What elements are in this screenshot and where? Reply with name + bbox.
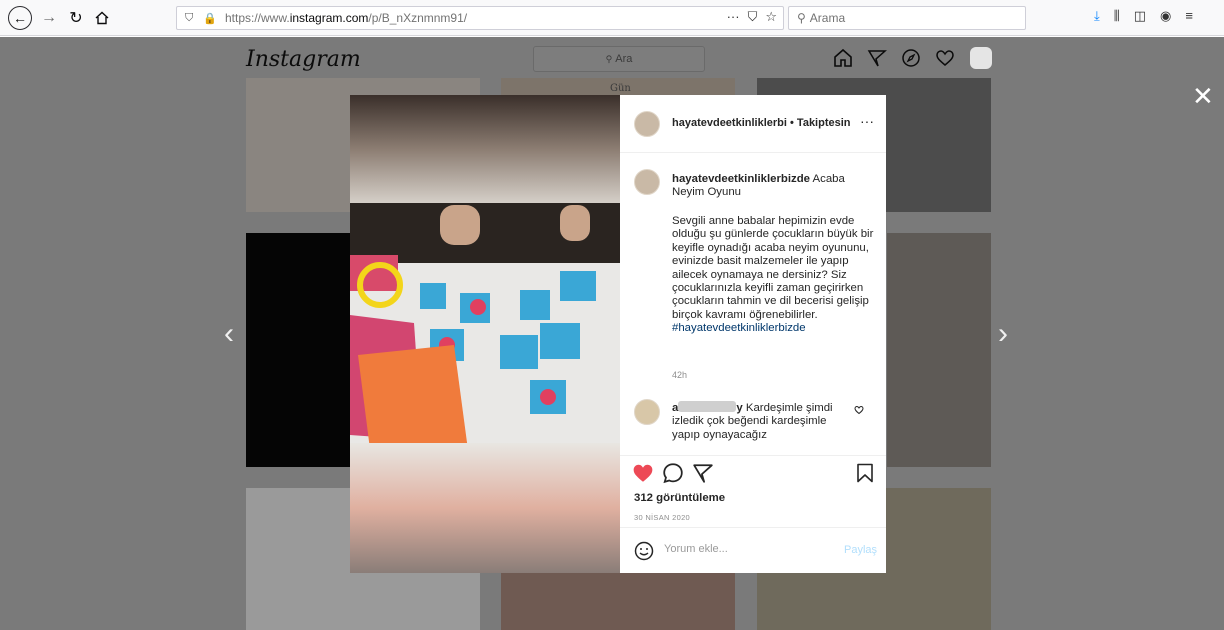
comment-icon[interactable] (662, 462, 684, 489)
post-header: hayatevdeetkinliklerbi • Takiptesin ··· (620, 95, 886, 153)
back-button[interactable]: ← (8, 6, 32, 30)
search-icon: ⚲ (797, 11, 806, 25)
post-actions: 312 görüntüleme 30 NİSAN 2020 (620, 455, 886, 525)
more-options-button[interactable]: ··· (860, 113, 874, 129)
reload-button[interactable]: ↻ (66, 6, 86, 30)
reload-icon: ↻ (69, 10, 83, 27)
commenter-avatar[interactable] (634, 399, 660, 425)
account-icon[interactable]: ◉ (1160, 8, 1171, 24)
grid-post[interactable] (887, 233, 991, 467)
url-text: https://www.instagram.com/p/B_nXznmnm91/ (225, 11, 468, 25)
caption-author-avatar[interactable] (634, 169, 660, 195)
search-icon: ⚲ (605, 53, 613, 64)
instagram-search-input[interactable]: ⚲ Ara (533, 46, 705, 72)
close-icon[interactable]: ✕ (1192, 83, 1214, 109)
forward-button[interactable]: → (40, 6, 58, 30)
username-link[interactable]: hayatevdeetkinliklerbi (672, 117, 787, 129)
comment-like-icon[interactable] (854, 405, 864, 418)
caption-username[interactable]: hayatevdeetkinliklerbizde (672, 173, 810, 185)
sidebar-icon[interactable]: ◫ (1134, 8, 1146, 24)
comment-input[interactable] (664, 543, 824, 555)
save-icon[interactable] (856, 462, 874, 489)
caption-time: 42h (672, 370, 688, 380)
pocket-icon[interactable]: ⛉ (748, 9, 758, 25)
explore-icon[interactable] (900, 47, 922, 69)
download-icon[interactable]: ⤓ (1094, 8, 1100, 24)
url-bar[interactable]: ⛉ 🔒 https://www.instagram.com/p/B_nXznmn… (176, 6, 784, 30)
blurred-username (678, 401, 737, 412)
author-username[interactable]: hayatevdeetkinliklerbi • Takiptesin (672, 117, 851, 129)
forward-icon: → (41, 9, 57, 26)
search-placeholder: Arama (809, 11, 846, 25)
profile-avatar[interactable] (970, 47, 992, 69)
browser-toolbar: ← → ↻ ⛉ 🔒 https://www.instagram.com/p/B_… (0, 0, 1224, 36)
post-comment-button[interactable]: Paylaş (844, 544, 877, 556)
toolbar-right: ⤓ ⫼ ◫ ◉ ≡ (1094, 8, 1193, 24)
add-comment-bar: Paylaş (620, 527, 886, 573)
caption-body: Sevgili anne babalar hepimizin evde oldu… (672, 215, 876, 336)
shield-icon: ⛉ (185, 11, 194, 24)
home-icon (95, 11, 109, 25)
author-avatar[interactable] (634, 111, 660, 137)
direct-icon[interactable] (866, 47, 888, 69)
instagram-logo[interactable]: Instagram (246, 47, 361, 72)
grid-post-text: Gün (610, 83, 631, 94)
comment: ay Kardeşimle şimdi izledik çok beğendi … (672, 401, 852, 442)
instagram-page: Instagram ⚲ Ara Gün ✕ ‹ › hayatevdeetkin… (0, 37, 1224, 630)
caption-text: Sevgili anne babalar hepimizin evde oldu… (672, 215, 874, 321)
view-count[interactable]: 312 görüntüleme (634, 492, 725, 504)
library-icon[interactable]: ⫼ (1114, 8, 1120, 24)
hashtag-link[interactable]: #hayatevdeetkinliklerbizde (672, 322, 806, 334)
back-icon: ← (13, 10, 27, 26)
separator: • (786, 117, 797, 129)
chevron-right-icon[interactable]: › (998, 319, 1008, 349)
emoji-icon[interactable] (634, 541, 654, 566)
browser-search-bar[interactable]: ⚲ Arama (788, 6, 1026, 30)
search-placeholder: Ara (615, 53, 633, 65)
post-date: 30 NİSAN 2020 (634, 513, 691, 522)
grid-post[interactable] (246, 233, 350, 467)
follow-status[interactable]: Takiptesin (797, 117, 851, 129)
chevron-left-icon[interactable]: ‹ (224, 319, 234, 349)
home-icon[interactable] (832, 47, 854, 69)
heart-icon[interactable] (934, 47, 956, 69)
page-actions-button[interactable]: ··· (727, 9, 740, 25)
post-video[interactable] (350, 95, 620, 573)
share-icon[interactable] (692, 462, 714, 489)
lock-icon: 🔒 (203, 12, 217, 25)
post-details-panel: hayatevdeetkinliklerbi • Takiptesin ··· … (620, 95, 886, 573)
heart-filled-icon[interactable] (632, 462, 654, 489)
bookmark-star-icon[interactable]: ☆ (765, 9, 777, 25)
browser-home-button[interactable] (92, 6, 112, 30)
caption-title: hayatevdeetkinliklerbizde Acaba Neyim Oy… (672, 173, 872, 200)
menu-icon[interactable]: ≡ (1185, 8, 1193, 24)
url-actions: ··· ⛉ ☆ (727, 9, 777, 25)
